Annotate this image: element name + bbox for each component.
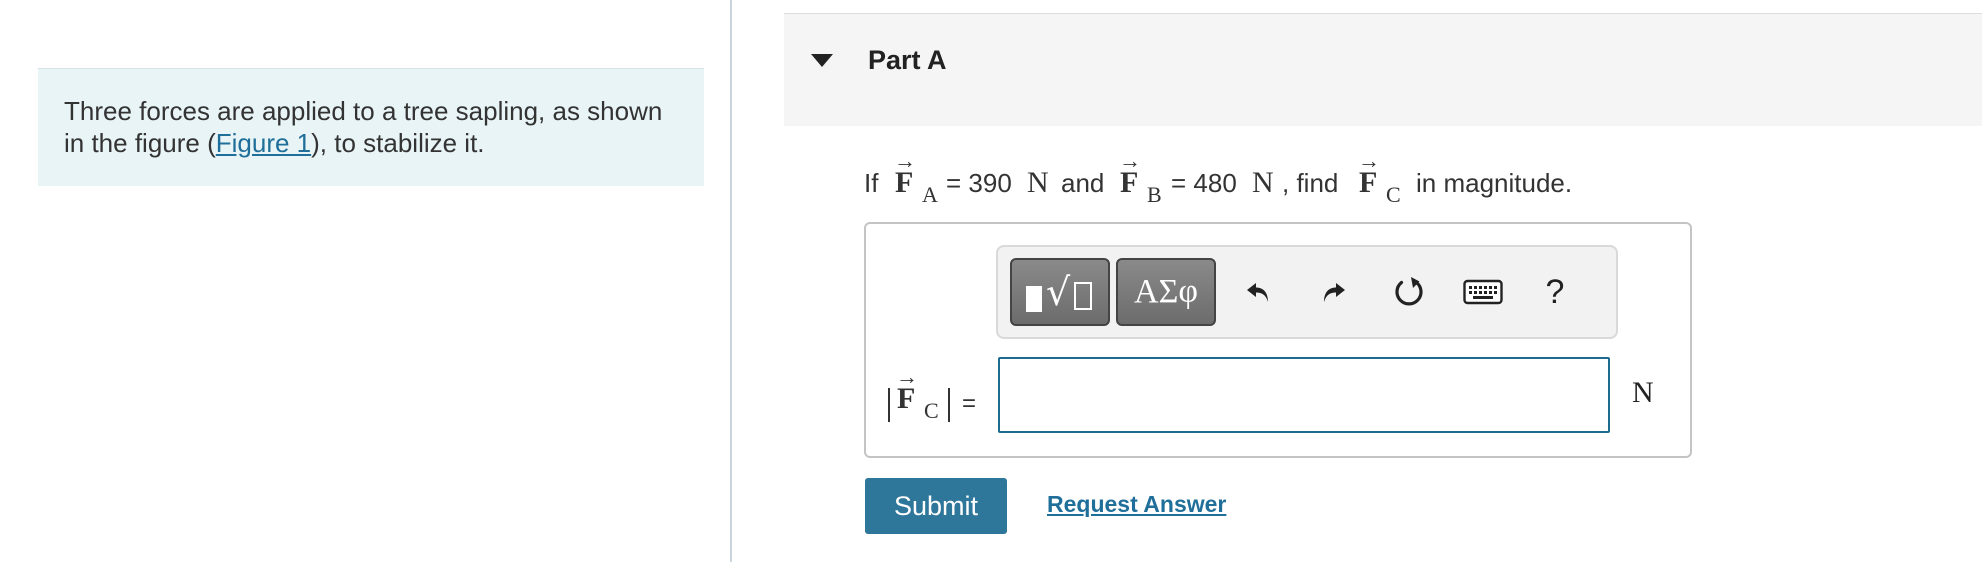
undo-button[interactable] — [1234, 267, 1284, 317]
keyboard-button[interactable] — [1458, 267, 1508, 317]
symbols-button[interactable]: ΑΣφ — [1116, 258, 1216, 326]
templates-button[interactable]: √ — [1010, 258, 1110, 326]
help-button[interactable]: ? — [1530, 267, 1580, 317]
fb-value: = 480 — [1171, 168, 1237, 198]
answer-label: → F C = — [888, 366, 978, 426]
vector-subscript-a: A — [922, 182, 938, 207]
vector-fa: → F A — [894, 150, 938, 208]
caret-down-icon[interactable] — [811, 54, 833, 67]
redo-icon — [1324, 283, 1345, 302]
vector-subscript-c: C — [924, 398, 939, 423]
vector-symbol: F — [895, 166, 914, 199]
math-toolbar: √ ΑΣφ ? — [996, 245, 1618, 339]
vector-subscript-b: B — [1147, 182, 1162, 207]
fb-unit: N — [1252, 166, 1274, 199]
problem-panel: Three forces are applied to a tree sapli… — [0, 0, 730, 562]
vector-symbol: F — [1120, 166, 1139, 199]
problem-intro: Three forces are applied to a tree sapli… — [38, 68, 704, 186]
question-tail: in magnitude. — [1416, 168, 1573, 198]
redo-button[interactable] — [1308, 267, 1358, 317]
intro-text-after: ), to stabilize it. — [311, 128, 485, 158]
symbols-label: ΑΣφ — [1134, 273, 1198, 310]
answer-input[interactable] — [998, 357, 1610, 433]
reset-icon — [1395, 277, 1423, 306]
question-and: and — [1061, 168, 1105, 198]
vector-fc: → F C — [1358, 150, 1401, 208]
vector-fc-answer: → F C — [896, 366, 939, 424]
keyboard-icon — [1463, 279, 1503, 305]
part-header[interactable]: Part A — [784, 13, 1982, 126]
magnitude-bar-left — [888, 388, 890, 422]
answer-equals: = — [962, 390, 977, 417]
submit-button[interactable]: Submit — [865, 478, 1007, 534]
undo-icon — [1247, 283, 1268, 302]
column-divider — [730, 0, 732, 562]
vector-fb: → F B — [1119, 150, 1162, 208]
question-find: , find — [1282, 168, 1339, 198]
fa-unit: N — [1027, 166, 1049, 199]
vector-subscript-c: C — [1386, 182, 1401, 207]
part-title: Part A — [868, 45, 947, 75]
vector-symbol: F — [897, 382, 916, 415]
question-if: If — [864, 168, 879, 198]
magnitude-bar-right — [948, 388, 950, 422]
request-answer-link[interactable]: Request Answer — [1047, 491, 1226, 518]
fa-value: = 390 — [946, 168, 1012, 198]
vector-symbol: F — [1359, 166, 1378, 199]
answer-unit: N — [1632, 376, 1654, 409]
figure-link[interactable]: Figure 1 — [216, 128, 311, 158]
reset-button[interactable] — [1384, 267, 1434, 317]
